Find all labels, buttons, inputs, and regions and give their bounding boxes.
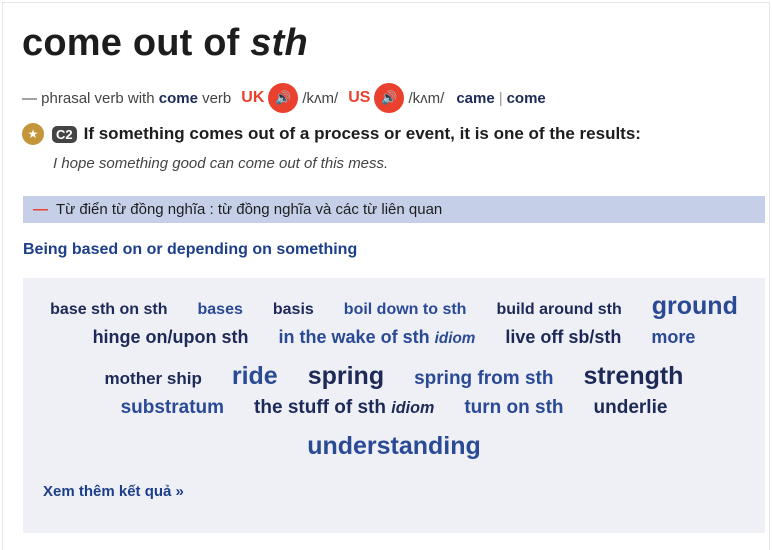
related-word[interactable]: bases — [198, 301, 243, 319]
word-text: mother ship — [104, 369, 202, 388]
star-icon[interactable]: ★ — [22, 123, 44, 145]
related-word[interactable]: build around sth — [496, 301, 621, 319]
word-text: in the wake of sth — [278, 327, 430, 347]
word-row: hinge on/upon sth in the wake of sth idio… — [23, 327, 765, 362]
idiom-tag: idiom — [434, 330, 476, 347]
pos-line: — phrasal verb with come verb UK 🔊/kʌm/ U… — [22, 83, 546, 113]
thesaurus-bar[interactable]: — Từ điển từ đồng nghĩa : từ đồng nghĩa v… — [23, 196, 765, 223]
related-word[interactable]: understanding — [307, 432, 481, 461]
uk-label: UK — [241, 89, 265, 106]
word-text: spring — [307, 362, 385, 390]
title-main: come out of — [22, 22, 240, 64]
definition-text: If something comes out of a process or e… — [83, 124, 641, 143]
word-text: turn on sth — [464, 397, 564, 418]
us-ipa: /kʌm/ — [408, 89, 445, 107]
speaker-icon[interactable]: 🔊 — [268, 83, 299, 113]
related-word[interactable]: spring — [308, 362, 384, 391]
word-text: base sth on sth — [50, 301, 168, 318]
word-row: understanding — [23, 432, 765, 467]
related-word[interactable]: the stuff of sth idiom — [254, 397, 434, 419]
related-word[interactable]: basis — [273, 301, 314, 319]
word-text: spring from sth — [414, 368, 554, 389]
uk-ipa: /kʌm/ — [302, 89, 339, 107]
word-text: ride — [231, 362, 278, 390]
word-text: basis — [272, 301, 314, 318]
related-word[interactable]: live off sb/sth — [505, 327, 621, 348]
related-word[interactable]: boil down to sth — [344, 301, 467, 319]
related-word[interactable]: mother ship — [105, 369, 202, 389]
thesaurus-label: Từ điển từ đồng nghĩa : từ đồng nghĩa và… — [56, 201, 443, 218]
word-text: strength — [583, 362, 684, 390]
word-row: mother ship ride spring spring from sth stre… — [23, 362, 765, 397]
word-row: substratum the stuff of sth idiom turn on … — [23, 397, 765, 432]
related-word[interactable]: strength — [583, 362, 683, 391]
related-word[interactable]: turn on sth — [464, 397, 563, 419]
related-word[interactable]: base sth on sth — [50, 301, 167, 319]
related-word[interactable]: hinge on/upon sth — [93, 327, 249, 348]
related-word[interactable]: underlie — [594, 397, 668, 419]
speaker-icon[interactable]: 🔊 — [374, 83, 405, 113]
word-text: boil down to sth — [343, 301, 467, 318]
word-text: build around sth — [496, 301, 622, 318]
word-text: understanding — [307, 432, 481, 460]
group-title[interactable]: Being based on or depending on something — [23, 241, 357, 259]
headword-link[interactable]: come — [159, 90, 198, 107]
see-more-link[interactable]: Xem thêm kết quả » — [43, 483, 184, 500]
word-text: the stuff of sth — [254, 397, 386, 418]
related-word[interactable]: more — [651, 327, 695, 348]
related-word[interactable]: ground — [652, 292, 738, 321]
related-word[interactable]: spring from sth — [414, 368, 553, 390]
title-italic: sth — [250, 22, 308, 64]
part-of-speech: verb — [202, 89, 232, 107]
form-past: came — [456, 89, 495, 107]
idiom-tag: idiom — [391, 399, 435, 417]
related-word[interactable]: substratum — [121, 397, 224, 419]
collapse-icon[interactable]: — — [33, 201, 48, 218]
pos-prefix: — phrasal verb with — [22, 89, 155, 107]
page-title: come out of sth — [22, 22, 308, 65]
related-word[interactable]: in the wake of sth idiom — [279, 327, 476, 348]
word-text: hinge on/upon sth — [92, 327, 249, 347]
related-word[interactable]: ride — [232, 362, 278, 391]
word-text: underlie — [593, 397, 668, 418]
level-badge: C2 — [52, 125, 77, 143]
word-text: ground — [651, 292, 738, 320]
separator: | — [498, 89, 503, 107]
word-row: base sth on sth bases basis boil down to st… — [23, 292, 765, 327]
us-label: US — [348, 89, 371, 106]
form-participle: come — [506, 89, 546, 107]
related-words-box: base sth on sth bases basis boil down to st… — [23, 278, 765, 533]
word-text: more — [651, 327, 696, 347]
word-text: substratum — [120, 397, 225, 418]
verb-forms: came | come — [456, 90, 545, 107]
word-text: bases — [197, 301, 243, 318]
definition: ★ C2 If something comes out of a process… — [22, 123, 641, 145]
word-text: live off sb/sth — [505, 327, 622, 347]
example-sentence: I hope something good can come out of th… — [53, 155, 389, 172]
